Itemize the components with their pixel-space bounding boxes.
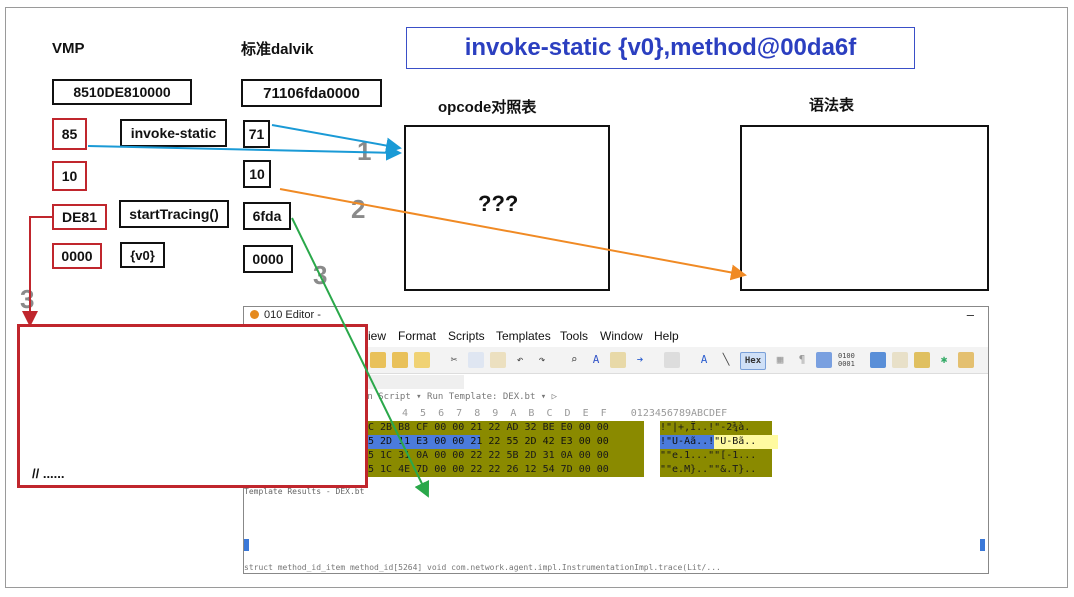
hex-row-4[interactable]: 5 1C 4E 7D 00 00 22 22 26 12 54 7D 00 00 [368,463,644,477]
dalvik-byte-6fda: 6fda [243,202,291,230]
editor-titlebar: 010 Editor - – [244,307,988,325]
right-scroll-marker[interactable] [980,539,985,551]
arrow-right-icon[interactable]: ➔ [632,352,648,368]
open-folder-icon[interactable] [370,352,386,368]
dalvik-byte-71: 71 [243,120,270,148]
vmp-handler-box: // ...... [17,324,368,488]
text-row-1[interactable]: !"|+,Ï..!"-2¾à. [660,421,772,435]
goto-icon[interactable] [610,352,626,368]
editor-logo-icon [250,310,259,319]
calculator-icon[interactable] [870,352,886,368]
run-template-bar[interactable]: un Script ▾ Run Template: DEX.bt ▾ ▷ [362,392,557,402]
dalvik-byte-0000: 0000 [243,245,293,273]
opcode-table-label: opcode对照表 [438,99,537,116]
arrow-number-3-green: 3 [313,260,328,290]
template-result-row[interactable]: struct method_id_item method_id[5264] vo… [244,563,988,573]
highlight-icon[interactable]: ╲ [718,352,734,368]
dalvik-encoded-box: 71106fda0000 [241,79,382,107]
menu-format[interactable]: Format [398,329,436,343]
paste-icon[interactable] [490,352,506,368]
template-results-label: Template Results - DEX.bt [244,487,365,496]
redo-icon[interactable]: ↷ [534,352,550,368]
left-scroll-marker[interactable] [244,539,249,551]
vmp-byte-85: 85 [52,118,87,150]
hex-row-2[interactable]: 5 2D 11 E3 00 00 21 22 55 2D 42 E3 00 00 [368,435,644,449]
handler-comment: // ...... [32,466,65,481]
grammar-table-box [740,125,989,291]
tools-icon[interactable]: ✱ [936,352,952,368]
menu-window[interactable]: Window [600,329,643,343]
vmp-encoded-box: 8510DE810000 [52,79,192,105]
note-start-tracing: startTracing() [119,200,229,228]
dalvik-byte-10: 10 [243,160,271,188]
paragraph-icon[interactable]: ¶ [794,352,810,368]
text-row-4[interactable]: ""e.M}..""&.T}.. [660,463,772,477]
arrow-number-3-red: 3 [20,284,35,314]
instruction-title: invoke-static {v0},method@00da6f [406,27,915,69]
hex-row-3[interactable]: 5 1C 31 0A 00 00 22 22 5B 2D 31 0A 00 00 [368,449,644,463]
grammar-table-label: 语法表 [809,97,855,114]
opcode-unknown-mark: ??? [478,191,519,216]
split-icon[interactable] [816,352,832,368]
vmp-byte-0000: 0000 [52,243,102,269]
hex-toggle-button[interactable]: Hex [740,352,766,370]
compare-icon[interactable] [914,352,930,368]
opcode-table-box: ??? [404,125,610,291]
find-icon[interactable]: ⌕ [566,352,582,368]
bookmark-icon[interactable] [958,352,974,368]
vmp-header: VMP [52,40,85,57]
binary-icon[interactable]: 0100 0001 [838,352,855,368]
copy-icon[interactable] [468,352,484,368]
save-icon[interactable] [414,352,430,368]
menu-help[interactable]: Help [654,329,679,343]
undo-icon[interactable]: ↶ [512,352,528,368]
note-v0: {v0} [120,242,165,268]
dalvik-header: 标准dalvik [241,41,314,58]
hex-header-text: 4 5 6 7 8 9 A B C D E F 0123456789ABCDEF [402,408,728,419]
font-icon[interactable]: A [696,352,712,368]
vmp-byte-10: 10 [52,161,87,191]
menu-templates[interactable]: Templates [496,329,551,343]
replace-icon[interactable]: A [588,352,604,368]
arrow-number-1: 1 [357,136,372,166]
minimize-icon: – [966,307,974,322]
text-row-2[interactable]: !"U-Aã..!"U-Bã.. [660,435,778,449]
inspector-icon[interactable] [892,352,908,368]
editor-title: 010 Editor - [264,309,321,321]
cut-icon[interactable]: ✂ [446,352,462,368]
text-row-3[interactable]: ""e.1...""[-1... [660,449,772,463]
folder-icon[interactable] [392,352,408,368]
menu-tools[interactable]: Tools [560,329,588,343]
vmp-byte-de81: DE81 [52,204,107,230]
hex-row-1[interactable]: C 2B B8 CF 00 00 21 22 AD 32 BE E0 00 00 [368,421,644,435]
menu-view[interactable]: iew [368,329,386,343]
menu-scripts[interactable]: Scripts [448,329,485,343]
note-invoke-static: invoke-static [120,119,227,147]
print-icon[interactable] [664,352,680,368]
columns-icon[interactable]: ▦ [772,352,788,368]
arrow-number-2: 2 [351,194,366,224]
